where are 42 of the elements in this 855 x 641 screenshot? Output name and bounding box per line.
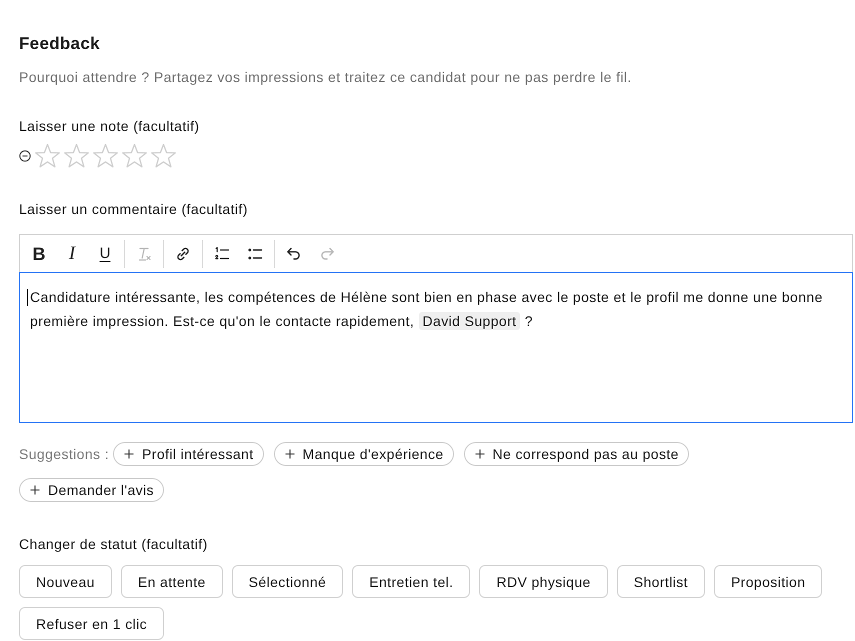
clear-format-icon	[136, 246, 152, 262]
status-button[interactable]: En attente	[120, 565, 223, 598]
comment-field[interactable]: Candidature intéressante, les compétences de Hélène sont bien en phase avec le poste et le profil me donne une bonne première impression. Est-ce qu'on le contacte rapidement, David Support ?	[19, 272, 853, 423]
underline-button[interactable]: U	[90, 240, 120, 268]
plus-icon	[30, 485, 40, 495]
status-button[interactable]: Entretien tel.	[352, 565, 470, 598]
numbered-list-icon	[214, 246, 230, 262]
italic-button[interactable]: I	[57, 240, 87, 268]
comment-text: Candidature intéressante, les compétences de Hélène sont bien en phase avec le poste et le profil me donne une bonne première impression. Est-ce qu'on le contacte rapidement, David Support ?	[30, 288, 824, 332]
suggestion-chip[interactable]: Ne correspond pas au poste	[464, 442, 689, 466]
rating-label: Laisser une note (facultatif)	[19, 117, 200, 136]
plus-icon	[124, 449, 134, 459]
star-icon	[121, 143, 148, 169]
star-icon	[92, 143, 119, 169]
suggestion-chip[interactable]: Manque d'expérience	[274, 442, 454, 466]
star-rating[interactable]	[34, 143, 177, 169]
redo-icon	[319, 246, 335, 262]
plus-icon	[474, 449, 485, 459]
minus-circle-icon[interactable]	[19, 150, 31, 162]
undo-icon	[286, 246, 302, 262]
status-button[interactable]: Sélectionné	[232, 565, 344, 598]
star-icon	[150, 143, 177, 169]
status-label: Changer de statut (facultatif)	[19, 535, 209, 554]
plus-icon	[284, 449, 295, 459]
comment-label: Laisser un commentaire (facultatif)	[19, 200, 249, 219]
mention-tag: David Support	[418, 312, 520, 330]
bold-button[interactable]: B	[24, 240, 54, 268]
status-button[interactable]: RDV physique	[479, 565, 608, 598]
bullet-list-icon	[247, 246, 263, 262]
suggestion-chip[interactable]: Profil intéressant	[113, 442, 264, 466]
star-icon	[63, 143, 90, 169]
suggestions-label: Suggestions :	[19, 445, 110, 464]
status-button[interactable]: Shortlist	[616, 565, 705, 598]
link-icon	[175, 246, 191, 262]
suggestion-chip[interactable]: Demander l'avis	[19, 478, 164, 502]
section-subtitle: Pourquoi attendre ? Partagez vos impressions et traitez ce candidat pour ne pas perdre le fil.	[19, 68, 633, 87]
status-button[interactable]: Refuser en 1 clic	[19, 607, 164, 640]
section-title: Feedback	[19, 33, 101, 55]
status-button[interactable]: Nouveau	[19, 565, 112, 598]
status-button[interactable]: Proposition	[714, 565, 822, 598]
star-icon	[34, 143, 61, 169]
text-cursor-icon	[27, 289, 28, 306]
